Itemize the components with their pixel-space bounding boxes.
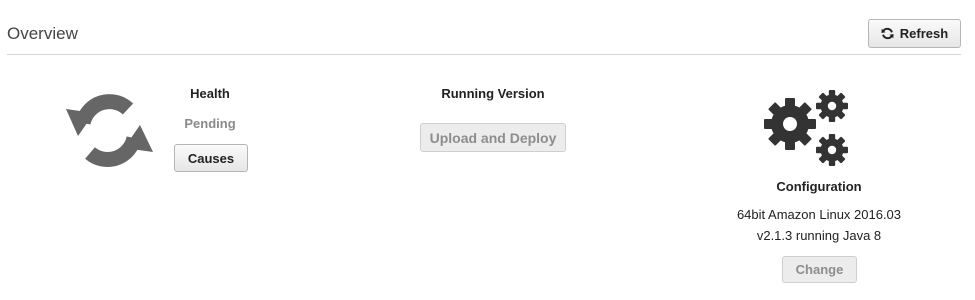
refresh-icon bbox=[881, 27, 894, 40]
configuration-platform: 64bit Amazon Linux 2016.03 bbox=[736, 207, 902, 222]
gears-icon bbox=[764, 90, 848, 166]
refresh-button-label: Refresh bbox=[899, 26, 949, 41]
header-divider bbox=[7, 54, 961, 55]
health-pending-icon bbox=[66, 94, 153, 167]
running-version-label: Running Version bbox=[441, 86, 545, 101]
section-title: Overview bbox=[7, 24, 78, 43]
configuration-label: Configuration bbox=[776, 179, 862, 194]
health-status: Pending bbox=[184, 116, 236, 131]
causes-button[interactable]: Causes bbox=[174, 144, 248, 172]
environment-overview-panel: Overview Refresh Health Pending Causes R… bbox=[0, 0, 975, 300]
change-button[interactable]: Change bbox=[782, 256, 857, 283]
refresh-button[interactable]: Refresh bbox=[868, 19, 961, 48]
health-label: Health bbox=[190, 86, 230, 101]
configuration-version: v2.1.3 running Java 8 bbox=[756, 228, 882, 243]
upload-and-deploy-button[interactable]: Upload and Deploy bbox=[420, 123, 566, 152]
